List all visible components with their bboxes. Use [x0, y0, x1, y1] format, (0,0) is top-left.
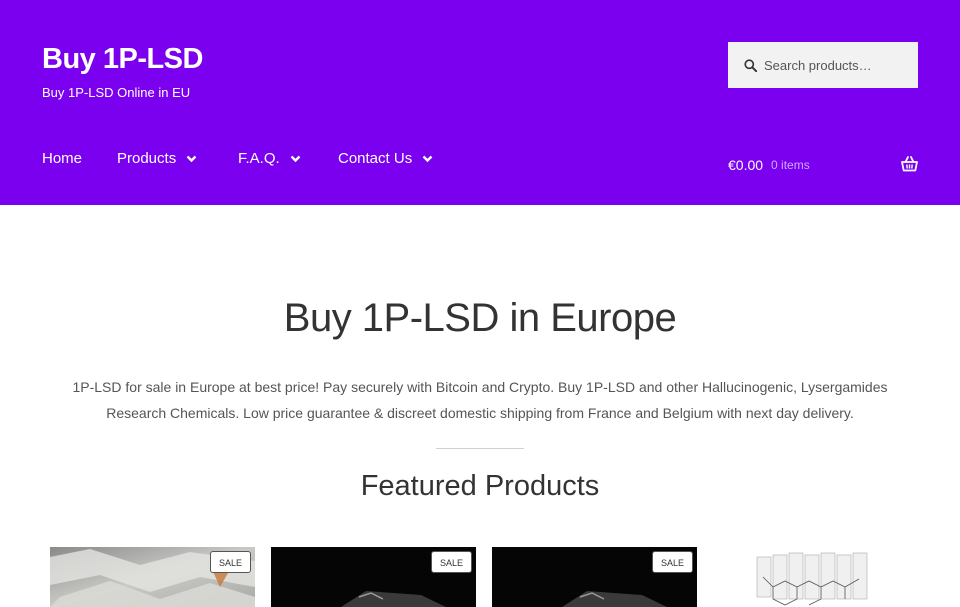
product-search[interactable] [728, 42, 918, 88]
chevron-down-icon [290, 155, 301, 163]
search-input[interactable] [764, 58, 914, 73]
page-description: 1P-LSD for sale in Europe at best price!… [48, 374, 912, 426]
nav-item-label: Home [42, 150, 82, 167]
nav-item-label: F.A.Q. [238, 150, 280, 167]
site-tagline: Buy 1P-LSD Online in EU [42, 85, 190, 100]
basket-icon[interactable] [901, 156, 918, 172]
nav-item-label: Contact Us [338, 150, 412, 167]
chevron-down-icon [186, 155, 197, 163]
sale-badge: SALE [431, 551, 472, 573]
section-divider [436, 448, 524, 449]
featured-products-title: Featured Products [0, 470, 960, 503]
product-card[interactable]: SALE [271, 547, 476, 607]
cart-count: 0 items [771, 158, 810, 172]
cart-link[interactable]: €0.00 0 items [728, 154, 918, 176]
nav-item-products[interactable]: Products [117, 150, 197, 167]
product-card[interactable]: SALE [50, 547, 255, 607]
cart-total: €0.00 [728, 157, 763, 173]
product-card[interactable]: SALE [492, 547, 697, 607]
nav-item-faq[interactable]: F.A.Q. [238, 150, 301, 167]
sale-badge: SALE [652, 551, 693, 573]
product-card[interactable] [713, 547, 918, 607]
search-icon [744, 59, 757, 72]
nav-item-contact[interactable]: Contact Us [338, 150, 433, 167]
chevron-down-icon [422, 155, 433, 163]
site-title[interactable]: Buy 1P-LSD [42, 43, 203, 76]
nav-item-home[interactable]: Home [42, 150, 82, 167]
site-header: Buy 1P-LSD Buy 1P-LSD Online in EU Home … [0, 0, 960, 205]
nav-item-label: Products [117, 150, 176, 167]
page-title: Buy 1P-LSD in Europe [0, 296, 960, 341]
sale-badge: SALE [210, 551, 251, 573]
product-image[interactable] [713, 547, 918, 607]
